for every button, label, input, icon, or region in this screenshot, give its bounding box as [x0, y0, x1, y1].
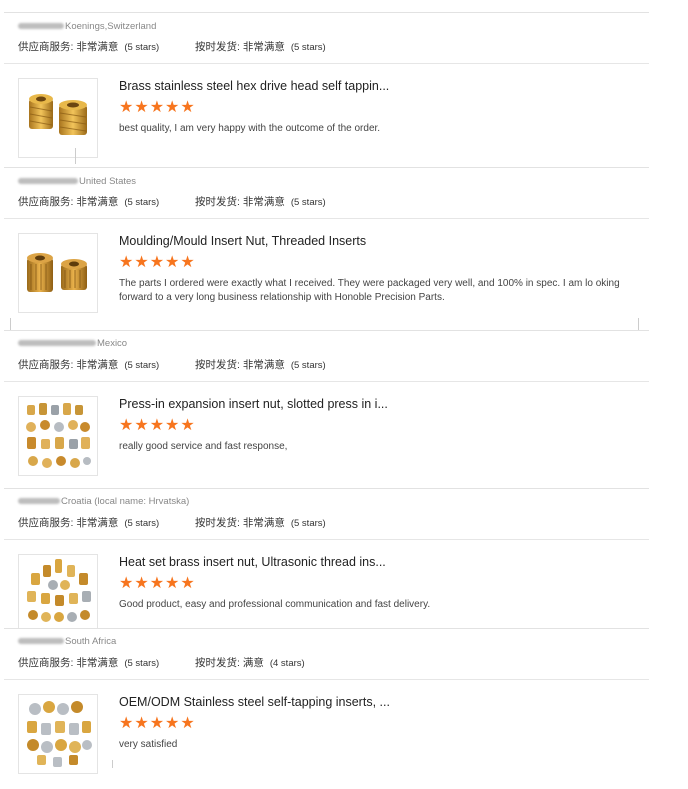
review-comment: really good service and fast response,: [119, 441, 288, 452]
rating-summary: 供应商服务: 非常满意 (5 stars) 按时发货: 满意 (4 stars): [18, 655, 305, 670]
supplier-service-rating: 供应商服务: 非常满意 (5 stars): [18, 657, 160, 669]
review-body: Heat set brass insert nut, Ultrasonic th…: [4, 540, 649, 640]
product-title[interactable]: Press-in expansion insert nut, slotted p…: [119, 397, 388, 411]
supplier-service-rating: 供应商服务: 非常满意 (5 stars): [18, 517, 160, 529]
review-header: South Africa 供应商服务: 非常满意 (5 stars) 按时发货: …: [4, 629, 649, 680]
review-comment: very satisfied: [119, 739, 178, 750]
blurred-name: [18, 340, 96, 347]
blurred-name: [18, 178, 78, 185]
review-comment: The parts I ordered were exactly what I …: [119, 278, 620, 303]
star-rating: ★★★★★: [119, 254, 196, 271]
on-time-delivery-rating: 按时发货: 非常满意 (5 stars): [195, 517, 326, 529]
review-body: Moulding/Mould Insert Nut, Threaded Inse…: [4, 219, 649, 319]
divider: [10, 318, 11, 330]
divider: [75, 148, 76, 164]
reviewer-location: Mexico: [18, 338, 127, 349]
review-body: Brass stainless steel hex drive head sel…: [4, 64, 649, 164]
divider: [112, 760, 113, 768]
review-card: Mexico 供应商服务: 非常满意 (5 stars) 按时发货: 非常满意 (5…: [4, 330, 649, 491]
reviewer-location: United States: [18, 176, 136, 187]
blurred-name: [18, 498, 60, 505]
star-rating: ★★★★★: [119, 575, 196, 592]
review-card: Koenings,Switzerland 供应商服务: 非常满意 (5 stars…: [4, 12, 649, 173]
blurred-name: [18, 638, 64, 645]
on-time-delivery-rating: 按时发货: 非常满意 (5 stars): [195, 41, 326, 53]
review-body: OEM/ODM Stainless steel self-tapping ins…: [4, 680, 649, 780]
product-thumbnail[interactable]: [18, 554, 98, 634]
rating-summary: 供应商服务: 非常满意 (5 stars) 按时发货: 非常满意 (5 stars): [18, 39, 326, 54]
on-time-delivery-rating: 按时发货: 非常满意 (5 stars): [195, 196, 326, 208]
review-card: United States 供应商服务: 非常满意 (5 stars) 按时发货:…: [4, 167, 649, 328]
product-thumbnail[interactable]: [18, 233, 98, 313]
on-time-delivery-rating: 按时发货: 非常满意 (5 stars): [195, 359, 326, 371]
review-card: South Africa 供应商服务: 非常满意 (5 stars) 按时发货: …: [4, 628, 649, 789]
rating-summary: 供应商服务: 非常满意 (5 stars) 按时发货: 非常满意 (5 stars): [18, 194, 326, 209]
product-thumbnail[interactable]: [18, 78, 98, 158]
reviewer-location: South Africa: [18, 636, 116, 647]
blurred-name: [18, 23, 64, 30]
divider: [638, 318, 639, 330]
supplier-service-rating: 供应商服务: 非常满意 (5 stars): [18, 359, 160, 371]
rating-summary: 供应商服务: 非常满意 (5 stars) 按时发货: 非常满意 (5 stars): [18, 515, 326, 530]
supplier-service-rating: 供应商服务: 非常满意 (5 stars): [18, 41, 160, 53]
review-comment: Good product, easy and professional comm…: [119, 599, 431, 610]
on-time-delivery-rating: 按时发货: 满意 (4 stars): [195, 657, 305, 669]
review-header: Croatia (local name: Hrvatska) 供应商服务: 非常…: [4, 489, 649, 540]
review-card: Croatia (local name: Hrvatska) 供应商服务: 非常…: [4, 488, 649, 649]
review-header: Mexico 供应商服务: 非常满意 (5 stars) 按时发货: 非常满意 (5…: [4, 331, 649, 382]
product-thumbnail[interactable]: [18, 694, 98, 774]
star-rating: ★★★★★: [119, 417, 196, 434]
star-rating: ★★★★★: [119, 715, 196, 732]
star-rating: ★★★★★: [119, 99, 196, 116]
product-title[interactable]: Moulding/Mould Insert Nut, Threaded Inse…: [119, 234, 366, 248]
review-body: Press-in expansion insert nut, slotted p…: [4, 382, 649, 482]
product-title[interactable]: Heat set brass insert nut, Ultrasonic th…: [119, 555, 386, 569]
review-comment: best quality, I am very happy with the o…: [119, 123, 381, 134]
reviewer-location: Croatia (local name: Hrvatska): [18, 496, 189, 507]
reviewer-location: Koenings,Switzerland: [18, 21, 156, 32]
rating-summary: 供应商服务: 非常满意 (5 stars) 按时发货: 非常满意 (5 stars): [18, 357, 326, 372]
supplier-service-rating: 供应商服务: 非常满意 (5 stars): [18, 196, 160, 208]
product-title[interactable]: Brass stainless steel hex drive head sel…: [119, 79, 389, 93]
product-title[interactable]: OEM/ODM Stainless steel self-tapping ins…: [119, 695, 390, 709]
review-header: United States 供应商服务: 非常满意 (5 stars) 按时发货:…: [4, 168, 649, 219]
review-header: Koenings,Switzerland 供应商服务: 非常满意 (5 stars…: [4, 13, 649, 64]
product-thumbnail[interactable]: [18, 396, 98, 476]
